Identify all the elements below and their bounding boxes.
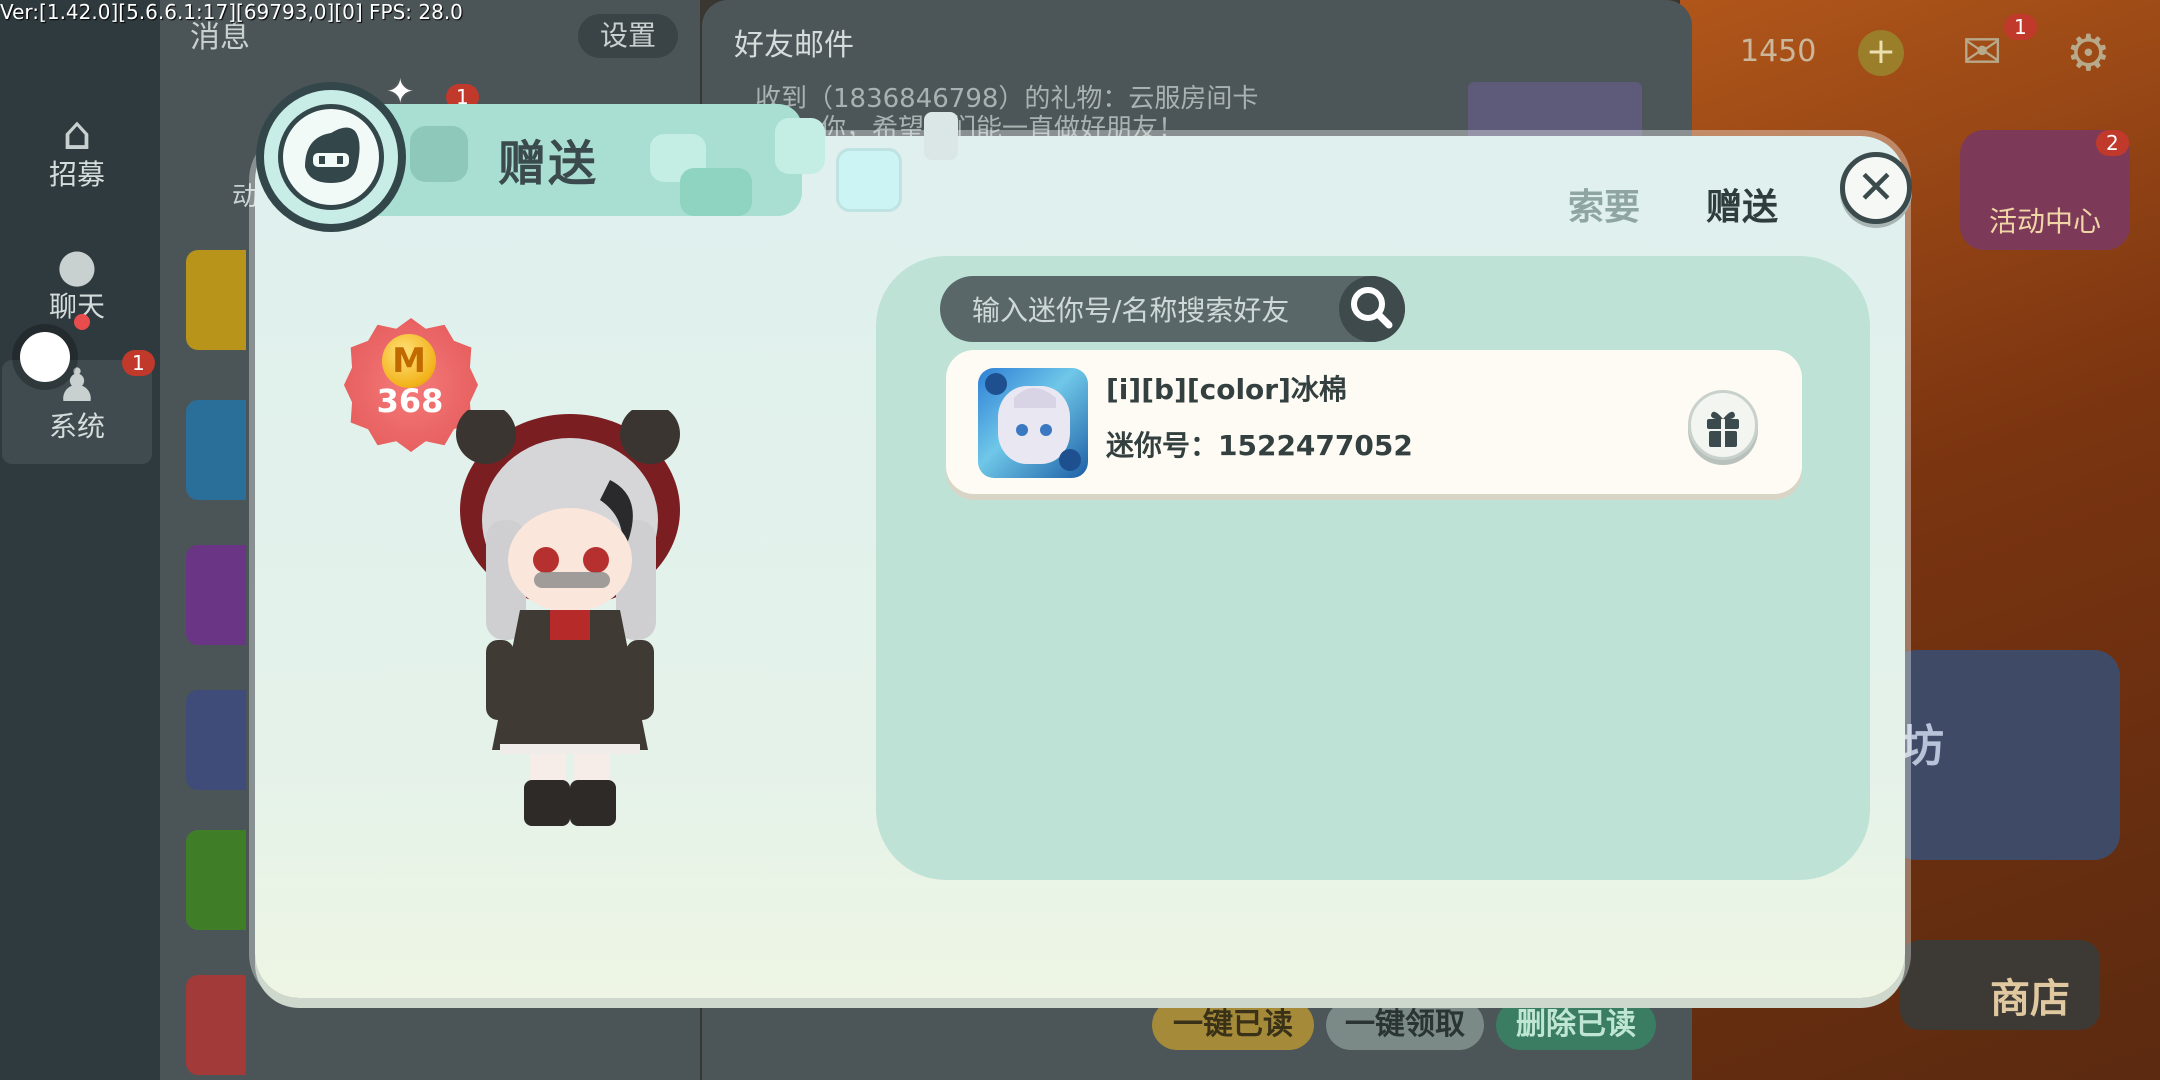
search-input[interactable] xyxy=(970,276,1314,344)
search-icon xyxy=(1351,287,1393,329)
chat-icon: ● xyxy=(56,238,98,292)
bg-activity-badge: 2 xyxy=(2096,130,2129,156)
bg-nav-system: ♟ 系统 xyxy=(2,360,152,464)
bg-tile-contact xyxy=(186,250,246,350)
bg-tile-gift xyxy=(186,545,246,645)
bg-nav-chat: ● 聊天 xyxy=(2,240,152,324)
bg-tile-edit xyxy=(186,830,246,930)
coin-balance: 368 xyxy=(376,382,444,420)
title-deco xyxy=(924,112,958,160)
dialog-title: 赠送 xyxy=(498,136,599,192)
bg-mail-badge: 1 xyxy=(2004,14,2037,40)
tab-gift[interactable]: 赠送 xyxy=(1706,178,1778,230)
bg-nav-label: 系统 xyxy=(48,410,105,443)
bg-tile-settings xyxy=(186,690,246,790)
bg-add-coin-button: + xyxy=(1858,30,1904,76)
mascot-icon xyxy=(278,104,384,210)
title-deco xyxy=(836,148,902,212)
friend-mini-id: 迷你号：1522477052 xyxy=(1106,429,1413,462)
bg-delete-read-button: 删除已读 xyxy=(1496,1000,1656,1050)
bg-claim-all-button: 一键领取 xyxy=(1326,1000,1484,1050)
mini-coin-icon: M xyxy=(382,334,436,388)
close-button[interactable]: ✕ xyxy=(1840,152,1912,224)
bg-gear-icon: ⚙ xyxy=(2066,24,2111,82)
bg-activity-label: 活动中心 xyxy=(1988,205,2101,238)
bg-workshop-label: 坊 xyxy=(1900,721,1944,772)
search-box xyxy=(940,276,1405,344)
friend-list-item[interactable]: [i][b][color]冰棉 迷你号：1522477052 xyxy=(946,350,1802,494)
gift-icon xyxy=(1707,411,1739,447)
bg-tile-mail xyxy=(186,400,246,500)
friend-name: [i][b][color]冰棉 xyxy=(1106,373,1347,406)
bg-nav-label: 招募 xyxy=(48,158,105,191)
friend-avatar xyxy=(978,368,1088,478)
tab-request[interactable]: 索要 xyxy=(1568,178,1640,230)
title-deco xyxy=(775,118,825,174)
bg-coin-count: 1450 xyxy=(1740,34,1817,69)
bg-nav-recruit: ⌂ 招募 xyxy=(2,108,152,192)
bg-read-all-button: 一键已读 xyxy=(1152,1000,1314,1050)
bg-workshop-card: 坊 xyxy=(1890,650,2120,860)
debug-info: Ver:[1.42.0][5.6.6.1:17][69793,0][0] FPS… xyxy=(0,0,463,24)
home-icon: ⌂ xyxy=(62,106,92,160)
bg-mail-icon: ✉ xyxy=(1962,24,2003,80)
bg-shop-label: 商店 xyxy=(1990,976,2070,1022)
title-deco xyxy=(410,126,468,182)
floating-joystick[interactable] xyxy=(20,332,70,382)
bg-mail-title: 好友邮件 xyxy=(734,28,854,63)
player-character xyxy=(450,404,690,830)
bg-tile-other xyxy=(186,975,246,1075)
notification-dot xyxy=(74,314,90,330)
title-deco xyxy=(680,168,752,216)
bg-nav-system-badge: 1 xyxy=(122,350,155,376)
bg-settings-button: 设置 xyxy=(578,14,678,58)
search-button[interactable] xyxy=(1339,276,1405,342)
sparkle-icon: ✦ xyxy=(386,72,415,112)
send-gift-button[interactable] xyxy=(1688,390,1758,460)
